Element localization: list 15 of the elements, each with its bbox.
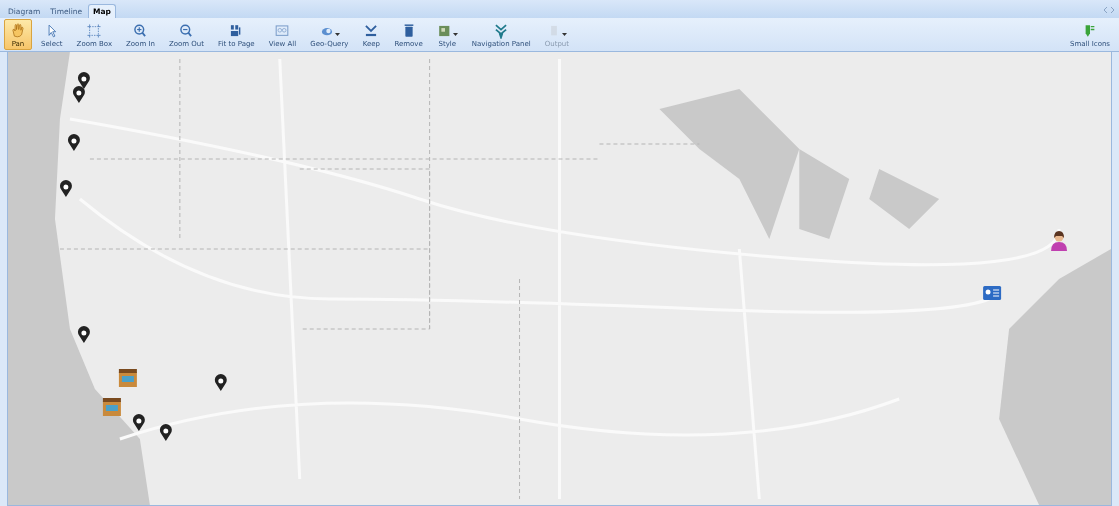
map-pin-icon[interactable] xyxy=(77,326,90,343)
map-pin-icon[interactable] xyxy=(159,424,172,441)
hand-icon xyxy=(10,23,26,39)
zoom-out-icon xyxy=(178,23,195,39)
map-pin-icon[interactable] xyxy=(214,374,227,391)
zoom-in-icon xyxy=(132,23,149,39)
keep-icon xyxy=(363,23,380,39)
view-all-icon xyxy=(274,23,291,39)
contact-card-icon[interactable] xyxy=(983,286,1002,300)
person-icon[interactable] xyxy=(1051,231,1068,251)
map-pin-icon[interactable] xyxy=(59,180,72,197)
map-pin-icon[interactable] xyxy=(72,86,85,103)
dashed-square-icon xyxy=(86,23,103,39)
map-pin-icon[interactable] xyxy=(132,414,145,431)
map-pin-icon[interactable] xyxy=(67,134,80,151)
